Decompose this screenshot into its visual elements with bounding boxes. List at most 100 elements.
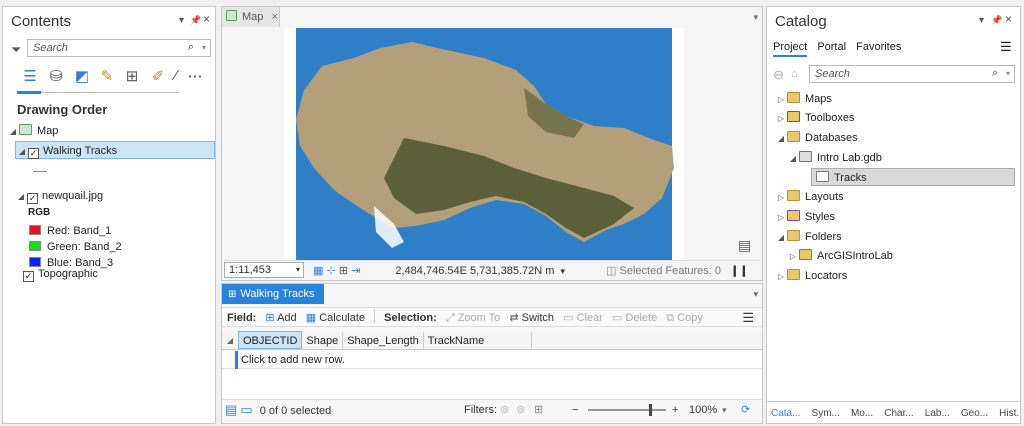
map-node[interactable]: ◢ Map <box>7 122 58 140</box>
copy-button[interactable]: ⧉ Copy <box>666 308 703 328</box>
catalog-item-layouts[interactable]: ▷ Layouts <box>775 188 844 206</box>
pane-tab-labeling[interactable]: Lab... <box>925 408 950 419</box>
pane-options-icon[interactable]: ▾ <box>979 15 984 26</box>
layer-newquail[interactable]: ◢ ✓ newquail.jpg <box>15 187 103 205</box>
map-canvas[interactable] <box>284 28 684 261</box>
layer-walking-tracks[interactable]: ◢ ✓ Walking Tracks <box>15 141 215 159</box>
chevron-down-icon[interactable]: ▾ <box>202 43 206 52</box>
table-menu-icon[interactable]: ☰ <box>742 308 754 328</box>
zoom-dropdown-icon[interactable]: ▾ <box>722 400 727 420</box>
pin-icon[interactable]: 📌 <box>190 15 201 26</box>
collapse-icon[interactable]: ◢ <box>775 130 787 148</box>
layer-visibility-checkbox[interactable]: ✓ <box>28 148 39 159</box>
filter-extent-icon[interactable]: ⊚ <box>500 400 509 420</box>
table-grid-icon[interactable]: ⊞ <box>339 265 348 277</box>
pin-icon[interactable]: 📌 <box>991 15 1002 26</box>
collapse-icon[interactable]: ◢ <box>775 229 787 247</box>
catalog-search-input[interactable]: Search ⌕ ▾ <box>809 65 1015 83</box>
list-by-labeling-icon[interactable]: ✐ <box>148 67 168 89</box>
filter-selection-icon[interactable]: ⊚ <box>516 400 525 420</box>
tab-options-icon[interactable]: ▾ <box>753 12 758 23</box>
pane-tab-modify[interactable]: Mo... <box>851 408 873 419</box>
switch-button[interactable]: ⇄ Switch <box>509 308 554 328</box>
expand-icon[interactable]: ▷ <box>775 91 787 109</box>
column-header[interactable]: OBJECTID <box>238 331 303 349</box>
list-by-perspective-icon[interactable]: ⁄ <box>171 67 181 89</box>
catalog-item-arcgisintrolab[interactable]: ▷ ArcGISIntroLab <box>787 247 893 265</box>
grid-icon[interactable]: ▦ <box>313 265 323 277</box>
home-icon[interactable]: ⌂ <box>791 68 798 80</box>
catalog-item-styles[interactable]: ▷ Styles <box>775 208 835 226</box>
filter-definition-icon[interactable]: ⊞ <box>534 400 543 420</box>
list-by-editing-icon[interactable]: ✎ <box>97 67 117 89</box>
list-by-source-icon[interactable]: ⛁ <box>46 67 66 89</box>
layer-visibility-checkbox[interactable]: ✓ <box>23 271 34 282</box>
measure-icon[interactable]: ⊹ <box>327 265 336 277</box>
clear-button[interactable]: ▭ Clear <box>563 308 603 328</box>
catalog-item-folders[interactable]: ◢ Folders <box>775 228 842 246</box>
expand-icon[interactable]: ▷ <box>775 209 787 227</box>
search-icon[interactable]: ⌕ <box>188 41 194 54</box>
show-all-records-icon[interactable]: ▤ <box>225 402 237 417</box>
snapping-icon[interactable]: ⇥ <box>351 265 360 277</box>
column-header[interactable]: Shape_Length <box>343 332 424 350</box>
expand-icon[interactable]: ▷ <box>775 268 787 286</box>
zoom-to-button[interactable]: ⤢ Zoom To <box>446 308 500 328</box>
list-by-selection-icon[interactable]: ◩ <box>72 67 92 89</box>
layer-visibility-checkbox[interactable]: ✓ <box>27 193 38 204</box>
pane-tab-symbology[interactable]: Sym... <box>812 408 840 419</box>
selected-features-icon[interactable]: ◫ <box>606 265 616 277</box>
collapse-icon[interactable]: ◢ <box>15 188 27 206</box>
catalog-item-toolboxes[interactable]: ▷ Toolboxes <box>775 109 855 127</box>
close-icon[interactable]: × <box>203 12 210 26</box>
filter-icon[interactable]: ⏷ <box>11 42 21 58</box>
calculate-field-button[interactable]: ▦ Calculate <box>306 308 365 328</box>
tab-walking-tracks[interactable]: ⊞Walking Tracks × <box>222 284 324 321</box>
pane-options-icon[interactable]: ▾ <box>179 15 184 26</box>
zoom-slider[interactable] <box>588 404 666 416</box>
layer-topographic[interactable]: ✓ Topographic <box>23 265 98 283</box>
pane-tab-geoprocessing[interactable]: Geo... <box>961 408 988 419</box>
tab-project[interactable]: Project <box>773 41 808 57</box>
search-icon[interactable]: ⌕ <box>992 67 998 80</box>
tab-favorites[interactable]: Favorites <box>856 41 901 53</box>
pause-icon[interactable]: ❙❙ <box>730 265 748 277</box>
zoom-slider-thumb[interactable] <box>649 404 652 416</box>
row-selector[interactable] <box>222 351 238 369</box>
catalog-item-locators[interactable]: ▷ Locators <box>775 267 847 285</box>
expand-icon[interactable]: ▷ <box>775 189 787 207</box>
close-icon[interactable]: × <box>1005 12 1012 26</box>
catalog-item-databases[interactable]: ◢ Databases <box>775 129 858 147</box>
more-options-icon[interactable]: ⋯ <box>185 67 205 89</box>
legend-icon[interactable]: ▤ <box>738 237 751 254</box>
pane-tab-catalog[interactable]: Cata... <box>771 408 800 419</box>
chevron-down-icon[interactable]: ▾ <box>1006 69 1010 78</box>
refresh-icon[interactable]: ⟳ <box>741 400 750 420</box>
catalog-item-maps[interactable]: ▷ Maps <box>775 90 832 108</box>
collapse-icon[interactable]: ◢ <box>7 123 19 141</box>
pane-tab-history[interactable]: Hist... <box>999 408 1020 419</box>
expand-icon[interactable]: ▷ <box>787 248 799 266</box>
pane-tab-chart[interactable]: Char... <box>884 408 913 419</box>
zoom-out-button[interactable]: − <box>572 400 578 420</box>
select-all-icon[interactable]: ◢ <box>222 331 238 351</box>
catalog-menu-icon[interactable]: ☰ <box>1000 39 1012 55</box>
tab-map[interactable]: Map × <box>222 7 280 27</box>
show-selected-records-icon[interactable]: ▭ <box>240 402 252 417</box>
catalog-item-intro-lab-gdb[interactable]: ◢ Intro Lab.gdb <box>787 149 882 167</box>
tab-portal[interactable]: Portal <box>817 41 846 53</box>
close-tab-icon[interactable]: × <box>271 11 277 23</box>
back-icon[interactable]: ⊖ <box>773 67 784 83</box>
expand-icon[interactable]: ▷ <box>775 110 787 128</box>
scale-dropdown[interactable]: 1:11,453 ▾ <box>224 262 304 278</box>
column-header[interactable]: Shape <box>302 332 344 350</box>
zoom-in-button[interactable]: + <box>672 400 678 420</box>
contents-search-input[interactable]: Search ⌕ ▾ <box>27 39 211 57</box>
delete-button[interactable]: ▭ Delete <box>612 308 657 328</box>
list-by-drawing-order-icon[interactable]: ☰ <box>20 67 40 89</box>
collapse-icon[interactable]: ◢ <box>787 150 799 168</box>
coords-dropdown-icon[interactable]: ▾ <box>560 266 565 276</box>
column-header[interactable]: TrackName <box>424 332 532 350</box>
tab-options-icon[interactable]: ▾ <box>753 289 758 300</box>
add-field-button[interactable]: ⊞ Add <box>265 308 296 328</box>
